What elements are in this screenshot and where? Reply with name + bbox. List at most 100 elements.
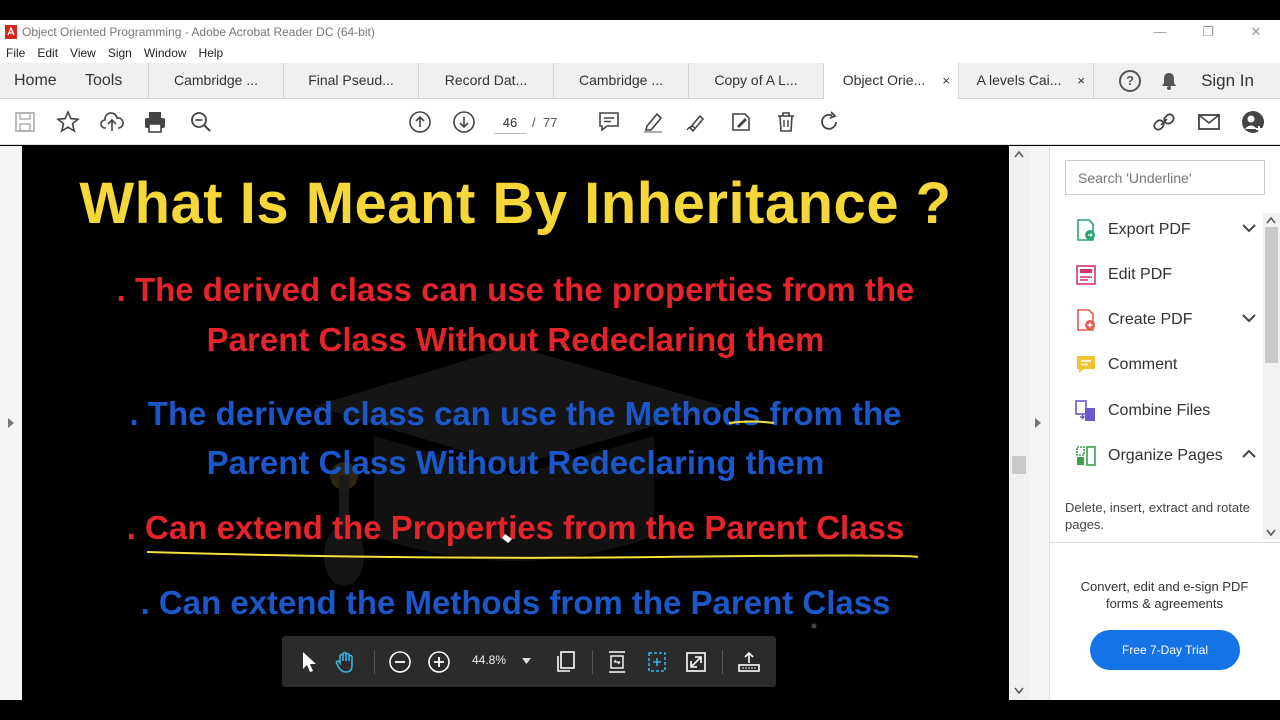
menu-edit[interactable]: Edit — [37, 46, 58, 60]
tool-edit-pdf[interactable]: Edit PDF — [1074, 260, 1254, 290]
edit-pdf-icon — [1076, 265, 1096, 285]
right-panel-rail — [1029, 146, 1050, 700]
save-icon[interactable] — [12, 109, 38, 135]
menu-sign[interactable]: Sign — [108, 46, 132, 60]
close-tab-icon[interactable]: × — [942, 63, 950, 98]
chevron-up-icon[interactable] — [1242, 449, 1256, 459]
page-number-input[interactable]: 46 — [494, 112, 526, 134]
menu-view[interactable]: View — [70, 46, 96, 60]
scroll-up-icon[interactable] — [1014, 150, 1024, 158]
promo-text: Convert, edit and e-sign PDF forms & agr… — [1080, 579, 1249, 611]
document-page: What Is Meant By Inheritance ? . The der… — [22, 146, 1009, 700]
tool-comment[interactable]: Comment — [1074, 350, 1254, 380]
page-display-icon[interactable] — [552, 649, 578, 675]
bell-icon[interactable] — [1159, 71, 1179, 91]
document-tab[interactable]: Cambridge ... — [149, 63, 284, 98]
title-bar: Object Oriented Programming - Adobe Acro… — [0, 20, 1280, 43]
tool-label: Edit PDF — [1108, 266, 1173, 283]
restore-button[interactable]: ❐ — [1184, 20, 1232, 43]
fit-width-icon[interactable] — [604, 649, 630, 675]
tab-label: Final Pseud... — [308, 72, 394, 88]
highlight-icon[interactable] — [640, 109, 666, 135]
chevron-down-icon[interactable] — [1242, 313, 1256, 323]
header-actions: ? Sign In — [1119, 63, 1280, 98]
menu-window[interactable]: Window — [144, 46, 187, 60]
comment-toolbar-icon[interactable] — [596, 109, 622, 135]
pen-cursor-icon — [502, 534, 512, 543]
zoom-out-search-icon[interactable] — [188, 109, 214, 135]
menu-file[interactable]: File — [6, 46, 25, 60]
document-tab[interactable]: A levels Cai... × — [959, 63, 1094, 98]
organize-pages-description: Delete, insert, extract and rotate pages… — [1065, 500, 1250, 532]
tool-export-pdf[interactable]: Export PDF — [1074, 215, 1256, 245]
previous-page-icon[interactable] — [407, 109, 433, 135]
main-toolbar — [0, 99, 1280, 145]
left-panel-rail — [0, 146, 22, 700]
acrobat-window: Object Oriented Programming - Adobe Acro… — [0, 0, 1280, 720]
menu-help[interactable]: Help — [199, 46, 224, 60]
expand-left-panel-icon[interactable] — [8, 418, 14, 428]
cloud-upload-icon[interactable] — [99, 109, 125, 135]
close-tab-icon[interactable]: × — [1077, 63, 1085, 98]
download-tray-icon[interactable] — [736, 649, 762, 675]
redo-icon[interactable] — [816, 109, 842, 135]
document-tab[interactable]: Final Pseud... — [284, 63, 419, 98]
hand-tool-icon[interactable] — [333, 649, 359, 675]
document-scrollbar[interactable] — [1009, 146, 1029, 700]
window-controls: — ❐ ✕ — [1136, 20, 1280, 43]
chevron-down-icon[interactable] — [1242, 223, 1256, 233]
close-window-button[interactable]: ✕ — [1232, 20, 1280, 43]
menu-bar: File Edit View Sign Window Help — [0, 43, 1280, 63]
tool-combine-files[interactable]: Combine Files — [1074, 396, 1254, 426]
pane-scroll-up-icon[interactable] — [1266, 216, 1276, 224]
collapse-right-panel-icon[interactable] — [1035, 418, 1041, 428]
floating-page-toolbar: 44.8% — [282, 636, 776, 687]
zoom-dropdown-icon[interactable] — [522, 658, 531, 664]
share-link-icon[interactable] — [1151, 109, 1177, 135]
star-icon[interactable] — [55, 109, 81, 135]
sign-in-button[interactable]: Sign In — [1201, 71, 1254, 91]
tools-pane-scrollbar[interactable] — [1263, 213, 1280, 539]
document-tab-active[interactable]: Object Orie... × — [824, 63, 959, 100]
document-tab[interactable]: Cambridge ... — [554, 63, 689, 98]
pane-scroll-down-icon[interactable] — [1266, 529, 1276, 537]
organize-pages-icon — [1076, 446, 1096, 466]
tools-search-input[interactable] — [1065, 160, 1265, 195]
zoom-level[interactable]: 44.8% — [472, 653, 506, 667]
help-icon[interactable]: ? — [1119, 69, 1142, 92]
toolbar-divider — [374, 650, 375, 674]
document-tab[interactable]: Copy of A L... — [689, 63, 824, 98]
combine-files-icon — [1075, 400, 1095, 421]
zoom-in-icon[interactable] — [426, 649, 452, 675]
scrollbar-thumb[interactable] — [1012, 456, 1026, 474]
next-page-icon[interactable] — [451, 109, 477, 135]
select-cursor-icon[interactable] — [296, 649, 322, 675]
tab-label: Record Dat... — [444, 72, 528, 88]
tab-tools[interactable]: Tools — [72, 63, 149, 98]
ink-underline-short — [728, 420, 775, 424]
tool-organize-pages[interactable]: Organize Pages — [1074, 441, 1256, 471]
tab-home[interactable]: Home — [0, 63, 72, 98]
create-pdf-icon — [1077, 309, 1095, 331]
add-user-icon[interactable] — [1240, 109, 1266, 135]
tool-label: Combine Files — [1108, 402, 1211, 419]
email-icon[interactable] — [1196, 109, 1222, 135]
fill-sign-icon[interactable] — [728, 109, 754, 135]
minimize-button[interactable]: — — [1136, 20, 1184, 43]
tool-label: Organize Pages — [1108, 447, 1223, 464]
tools-pane: Export PDF Edit PDF Create PDF Comment C… — [1050, 146, 1280, 700]
zoom-out-icon[interactable] — [387, 649, 413, 675]
tool-create-pdf[interactable]: Create PDF — [1074, 305, 1256, 335]
toolbar-divider — [722, 650, 723, 674]
draw-icon[interactable] — [684, 109, 710, 135]
fit-page-icon[interactable] — [644, 649, 670, 675]
pane-scrollbar-thumb[interactable] — [1265, 227, 1278, 363]
scroll-down-icon[interactable] — [1014, 687, 1024, 695]
tool-label: Comment — [1108, 356, 1178, 373]
print-icon[interactable] — [142, 109, 168, 135]
free-trial-button[interactable]: Free 7-Day Trial — [1090, 630, 1240, 670]
trash-icon[interactable] — [773, 109, 799, 135]
document-tab[interactable]: Record Dat... — [419, 63, 554, 98]
full-screen-icon[interactable] — [683, 649, 709, 675]
window-title: Object Oriented Programming - Adobe Acro… — [22, 24, 375, 39]
